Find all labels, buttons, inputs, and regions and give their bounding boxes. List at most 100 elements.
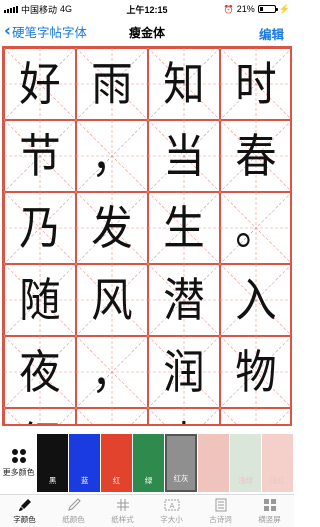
color-swatch[interactable]: 浅红 bbox=[261, 434, 293, 492]
grid-character: 入 bbox=[235, 273, 277, 327]
color-swatch[interactable]: 浅绿 bbox=[230, 434, 261, 492]
tab-0[interactable]: 字颜色 bbox=[0, 495, 49, 527]
grid-character: 发 bbox=[91, 201, 133, 255]
grid-character: 雨 bbox=[91, 57, 133, 111]
svg-text:A: A bbox=[169, 502, 174, 510]
grid-character: 潜 bbox=[163, 273, 205, 327]
grid-character: 知 bbox=[163, 57, 205, 111]
swatch-label: 红灰 bbox=[173, 474, 189, 483]
grid-character: 声 bbox=[152, 408, 217, 424]
grid-icon bbox=[115, 498, 131, 512]
grid-cell: 春 bbox=[220, 120, 290, 192]
grid-character: 随 bbox=[19, 273, 61, 327]
grid-cell: 无 bbox=[76, 408, 148, 424]
calligraphy-grid[interactable]: 好雨知时节，当春乃发生。随风潜入夜，润物细无声。 bbox=[2, 46, 292, 426]
color-swatch[interactable]: 绿 bbox=[133, 434, 165, 492]
grid-character: 润 bbox=[163, 345, 205, 399]
signal-icon bbox=[4, 5, 18, 13]
grid-character: 风 bbox=[91, 273, 133, 327]
grid-cell: 潜 bbox=[148, 264, 220, 336]
tab-3[interactable]: A 字大小 bbox=[147, 495, 196, 527]
grid-cell: 节 bbox=[4, 120, 76, 192]
battery-icon bbox=[257, 5, 278, 13]
tab-label: 纸颜色 bbox=[62, 514, 85, 524]
grid-character: 细 bbox=[8, 408, 73, 424]
rotate-icon bbox=[262, 498, 278, 512]
tab-2[interactable]: 纸样式 bbox=[98, 495, 147, 527]
more-colors-label: 更多颜色 bbox=[2, 467, 35, 477]
grid-cell: 润 bbox=[148, 336, 220, 408]
grid-character: 春 bbox=[235, 129, 277, 183]
status-bar: 中国移动 4G 上午12:15 ⏰ 21% ⚡ bbox=[0, 0, 294, 18]
grid-character: 好 bbox=[19, 57, 61, 111]
status-right: ⏰ 21% ⚡ bbox=[190, 4, 290, 15]
swatch-label: 红 bbox=[112, 476, 121, 485]
grid-cell: 知 bbox=[148, 48, 220, 120]
back-button[interactable]: ‹ 硬笔字帖字体 bbox=[4, 22, 87, 41]
tab-label: 字颜色 bbox=[13, 514, 36, 524]
grid-character: 夜 bbox=[19, 345, 61, 399]
tab-label: 纸样式 bbox=[111, 514, 134, 524]
pen-icon bbox=[66, 497, 82, 512]
color-swatch[interactable]: 红 bbox=[101, 434, 133, 492]
more-colors-button[interactable]: 更多颜色 bbox=[0, 434, 37, 492]
grid-cell: 物 bbox=[220, 336, 290, 408]
grid-character: 节 bbox=[19, 129, 61, 183]
swatch-label: 浅绿 bbox=[237, 476, 253, 485]
brush-icon bbox=[17, 498, 33, 512]
grid-cell: 。 bbox=[220, 408, 290, 424]
tab-4[interactable]: 古诗词 bbox=[196, 495, 245, 527]
grid-cell: 乃 bbox=[4, 192, 76, 264]
grid-cell: 雨 bbox=[76, 48, 148, 120]
grid-cell: 夜 bbox=[4, 336, 76, 408]
grid-cell: 声 bbox=[148, 408, 220, 424]
grid-character: 无 bbox=[80, 408, 145, 424]
grid-character: 当 bbox=[163, 129, 205, 183]
status-left: 中国移动 4G bbox=[4, 3, 104, 16]
grid-cell: 入 bbox=[220, 264, 290, 336]
grid-character: 。 bbox=[235, 201, 277, 255]
chevron-left-icon: ‹ bbox=[4, 21, 12, 41]
tab-label: 横竖屏 bbox=[258, 514, 281, 524]
grid-character: 乃 bbox=[19, 201, 61, 255]
navigation-bar: ‹ 硬笔字帖字体 瘦金体 编辑 bbox=[0, 18, 294, 44]
back-label: 硬笔字帖字体 bbox=[12, 25, 88, 40]
tab-label: 古诗词 bbox=[209, 514, 232, 524]
grid-character: ， bbox=[91, 129, 133, 183]
bottom-tab-bar: 字颜色 纸颜色 纸样式 A 字大小 古诗词 横竖屏 bbox=[0, 494, 294, 527]
grid-character: 时 bbox=[235, 57, 277, 111]
network-label: 4G bbox=[60, 4, 73, 14]
tab-label: 字大小 bbox=[160, 514, 183, 524]
edit-button[interactable]: 编辑 bbox=[259, 24, 284, 43]
tab-1[interactable]: 纸颜色 bbox=[49, 495, 98, 527]
grid-character: 生 bbox=[163, 201, 205, 255]
battery-percent: 21% bbox=[236, 4, 255, 14]
swatch-label: 浅红 bbox=[206, 476, 221, 485]
grid-cell: 随 bbox=[4, 264, 76, 336]
status-time: 上午12:15 bbox=[126, 4, 168, 15]
grid-cell: 风 bbox=[76, 264, 148, 336]
grid-character: ， bbox=[91, 345, 133, 399]
swatch-label: 蓝 bbox=[80, 476, 89, 485]
grid-cell: 时 bbox=[220, 48, 290, 120]
grid-cell: ， bbox=[76, 120, 148, 192]
color-swatch[interactable]: 红灰 bbox=[165, 434, 198, 492]
swatch-label: 黑 bbox=[48, 476, 57, 485]
book-icon bbox=[213, 498, 229, 512]
grid-cell: 好 bbox=[4, 48, 76, 120]
grid-cell: 生 bbox=[148, 192, 220, 264]
swatch-label: 绿 bbox=[144, 476, 153, 485]
tab-5[interactable]: 横竖屏 bbox=[245, 495, 294, 527]
color-swatch[interactable]: 蓝 bbox=[69, 434, 101, 492]
charging-icon: ⚡ bbox=[278, 3, 290, 14]
grid-cell: 当 bbox=[148, 120, 220, 192]
grid-cell: 发 bbox=[76, 192, 148, 264]
battery-fill bbox=[259, 7, 263, 11]
grid-cell: ， bbox=[76, 336, 148, 408]
grid-cell: 细 bbox=[4, 408, 76, 424]
grid-character: 物 bbox=[235, 345, 277, 399]
palette-icon bbox=[11, 448, 26, 463]
color-swatch[interactable]: 黑 bbox=[37, 434, 69, 492]
swatch-label: 浅红 bbox=[269, 476, 285, 485]
color-swatch[interactable]: 浅红 bbox=[198, 434, 229, 492]
